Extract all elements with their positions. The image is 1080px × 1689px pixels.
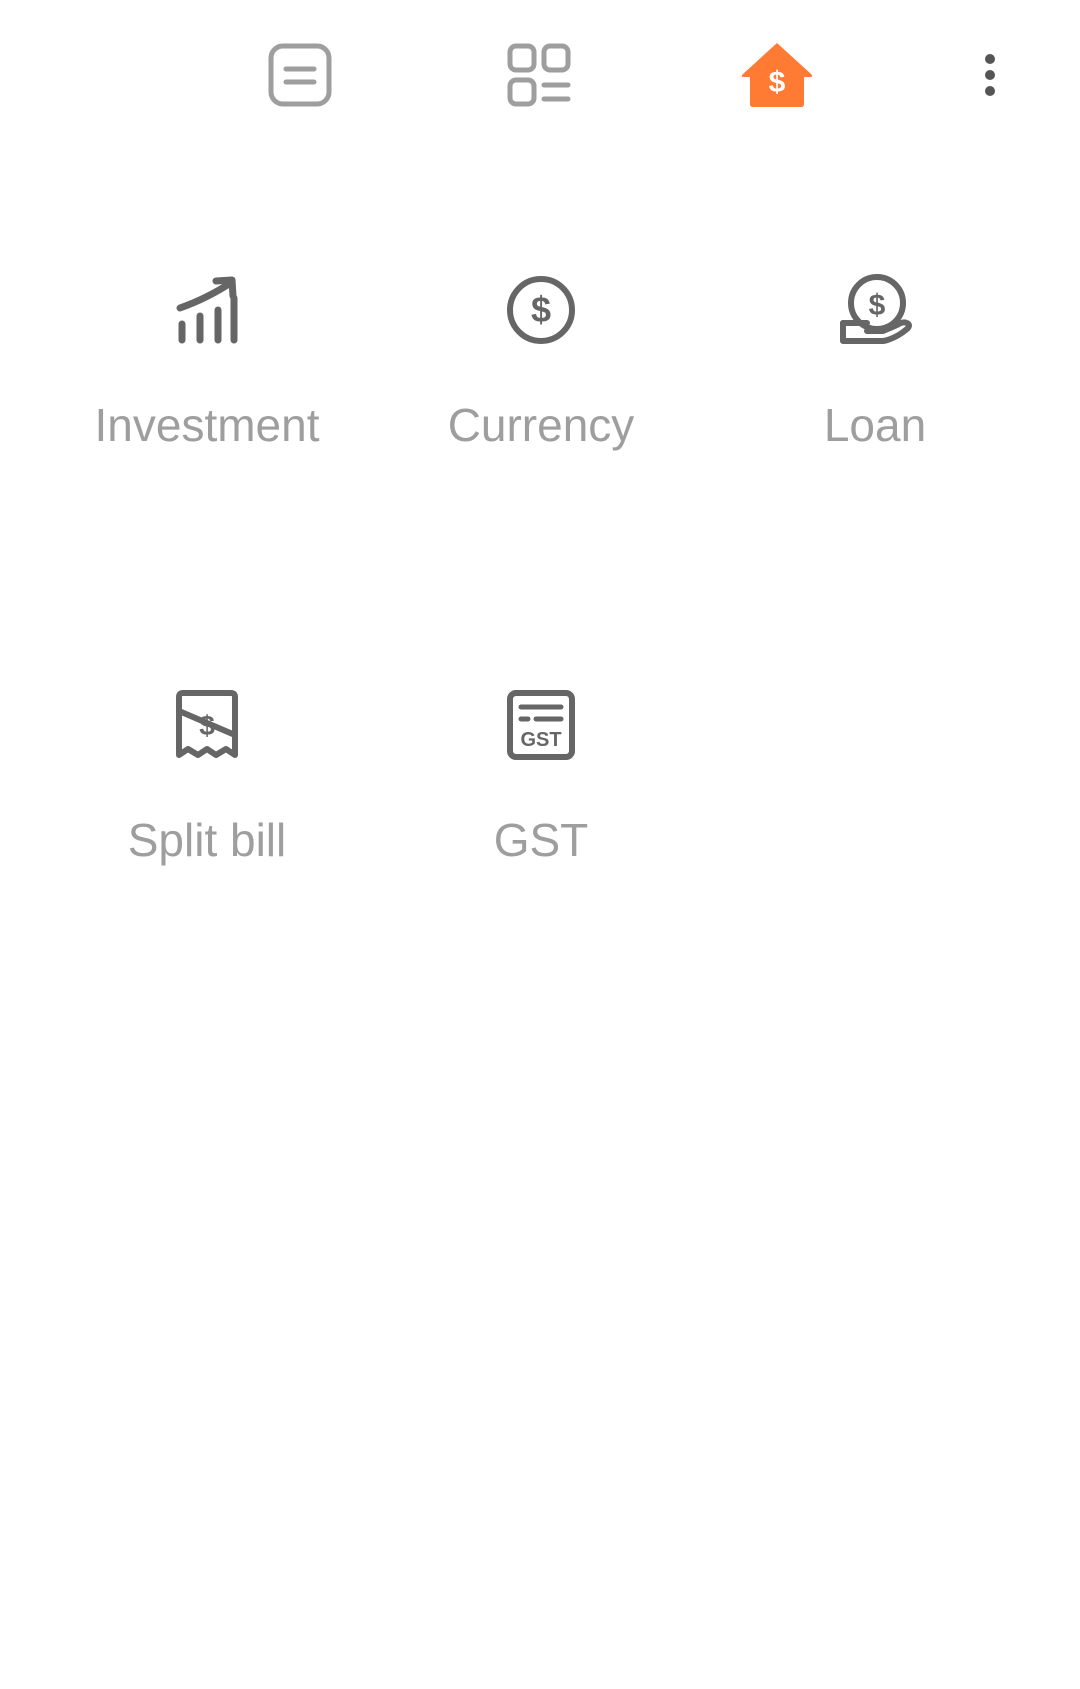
finance-home-icon: $ (741, 43, 813, 107)
tool-split-bill[interactable]: $ Split bill (57, 670, 357, 930)
investment-chart-icon (176, 276, 238, 344)
svg-text:$: $ (869, 289, 886, 322)
tool-label: Currency (447, 399, 635, 451)
split-bill-icon: $ (176, 690, 238, 758)
tool-investment[interactable]: Investment (57, 255, 357, 515)
gst-receipt-icon: GST (507, 690, 575, 760)
hand-coin-icon: $ (840, 274, 912, 344)
tab-finance[interactable]: $ (732, 30, 822, 120)
dollar-coin-icon: $ (507, 276, 575, 344)
svg-text:$: $ (531, 289, 551, 330)
more-options-button[interactable] (960, 38, 1020, 112)
tool-label: Investment (94, 399, 320, 451)
categories-icon (507, 43, 571, 107)
tool-label: Split bill (127, 814, 287, 866)
svg-text:$: $ (769, 66, 786, 99)
tool-label: GST (493, 814, 589, 866)
top-navigation-bar: $ (0, 0, 1080, 150)
tool-gst[interactable]: GST GST (391, 670, 691, 930)
tool-label: Loan (823, 399, 927, 451)
svg-text:$: $ (199, 710, 215, 741)
more-vert-icon (985, 54, 995, 96)
tab-notes[interactable] (255, 30, 345, 120)
svg-text:GST: GST (520, 729, 561, 751)
tab-categories[interactable] (494, 30, 584, 120)
tool-loan[interactable]: $ Loan (725, 255, 1025, 515)
notes-icon (268, 43, 332, 107)
tool-currency[interactable]: $ Currency (391, 255, 691, 515)
